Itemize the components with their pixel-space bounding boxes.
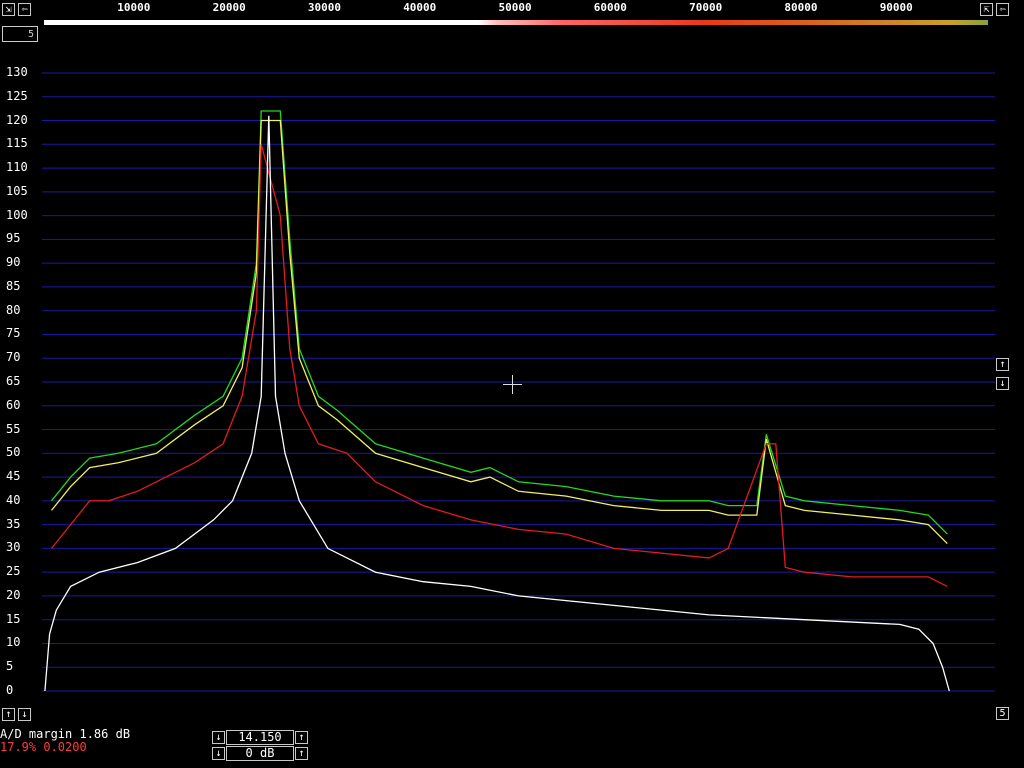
gain-control: ↓ 14.150 ↑ ↓ 0 dB ↑ xyxy=(212,730,308,762)
gain-value[interactable]: 14.150 xyxy=(226,730,294,745)
scale-down-button[interactable]: ↓ xyxy=(996,377,1009,390)
gain-up-button[interactable]: ↑ xyxy=(295,731,308,744)
grid-lines xyxy=(42,72,995,692)
spectrum-traces xyxy=(44,110,950,692)
crosshair-cursor-vertical xyxy=(512,375,513,394)
red-trace xyxy=(50,144,948,587)
yellow-trace xyxy=(50,119,948,545)
gain-down-button[interactable]: ↓ xyxy=(212,731,225,744)
ad-margin-label: A/D margin 1.86 dB xyxy=(0,727,131,741)
offset-db-value[interactable]: 0 dB xyxy=(226,746,294,761)
green-trace xyxy=(50,110,948,535)
white-trace xyxy=(44,115,950,692)
offset-db-down-button[interactable]: ↓ xyxy=(212,747,225,760)
offset-up-button[interactable]: ↑ xyxy=(2,708,15,721)
offset-db-up-button[interactable]: ↑ xyxy=(295,747,308,760)
signal-level-label: 17.9% 0.0200 xyxy=(0,740,87,754)
scale-up-button[interactable]: ↑ xyxy=(996,358,1009,371)
offset-down-button[interactable]: ↓ xyxy=(18,708,31,721)
y-zoom-button[interactable]: 5 xyxy=(996,707,1009,720)
